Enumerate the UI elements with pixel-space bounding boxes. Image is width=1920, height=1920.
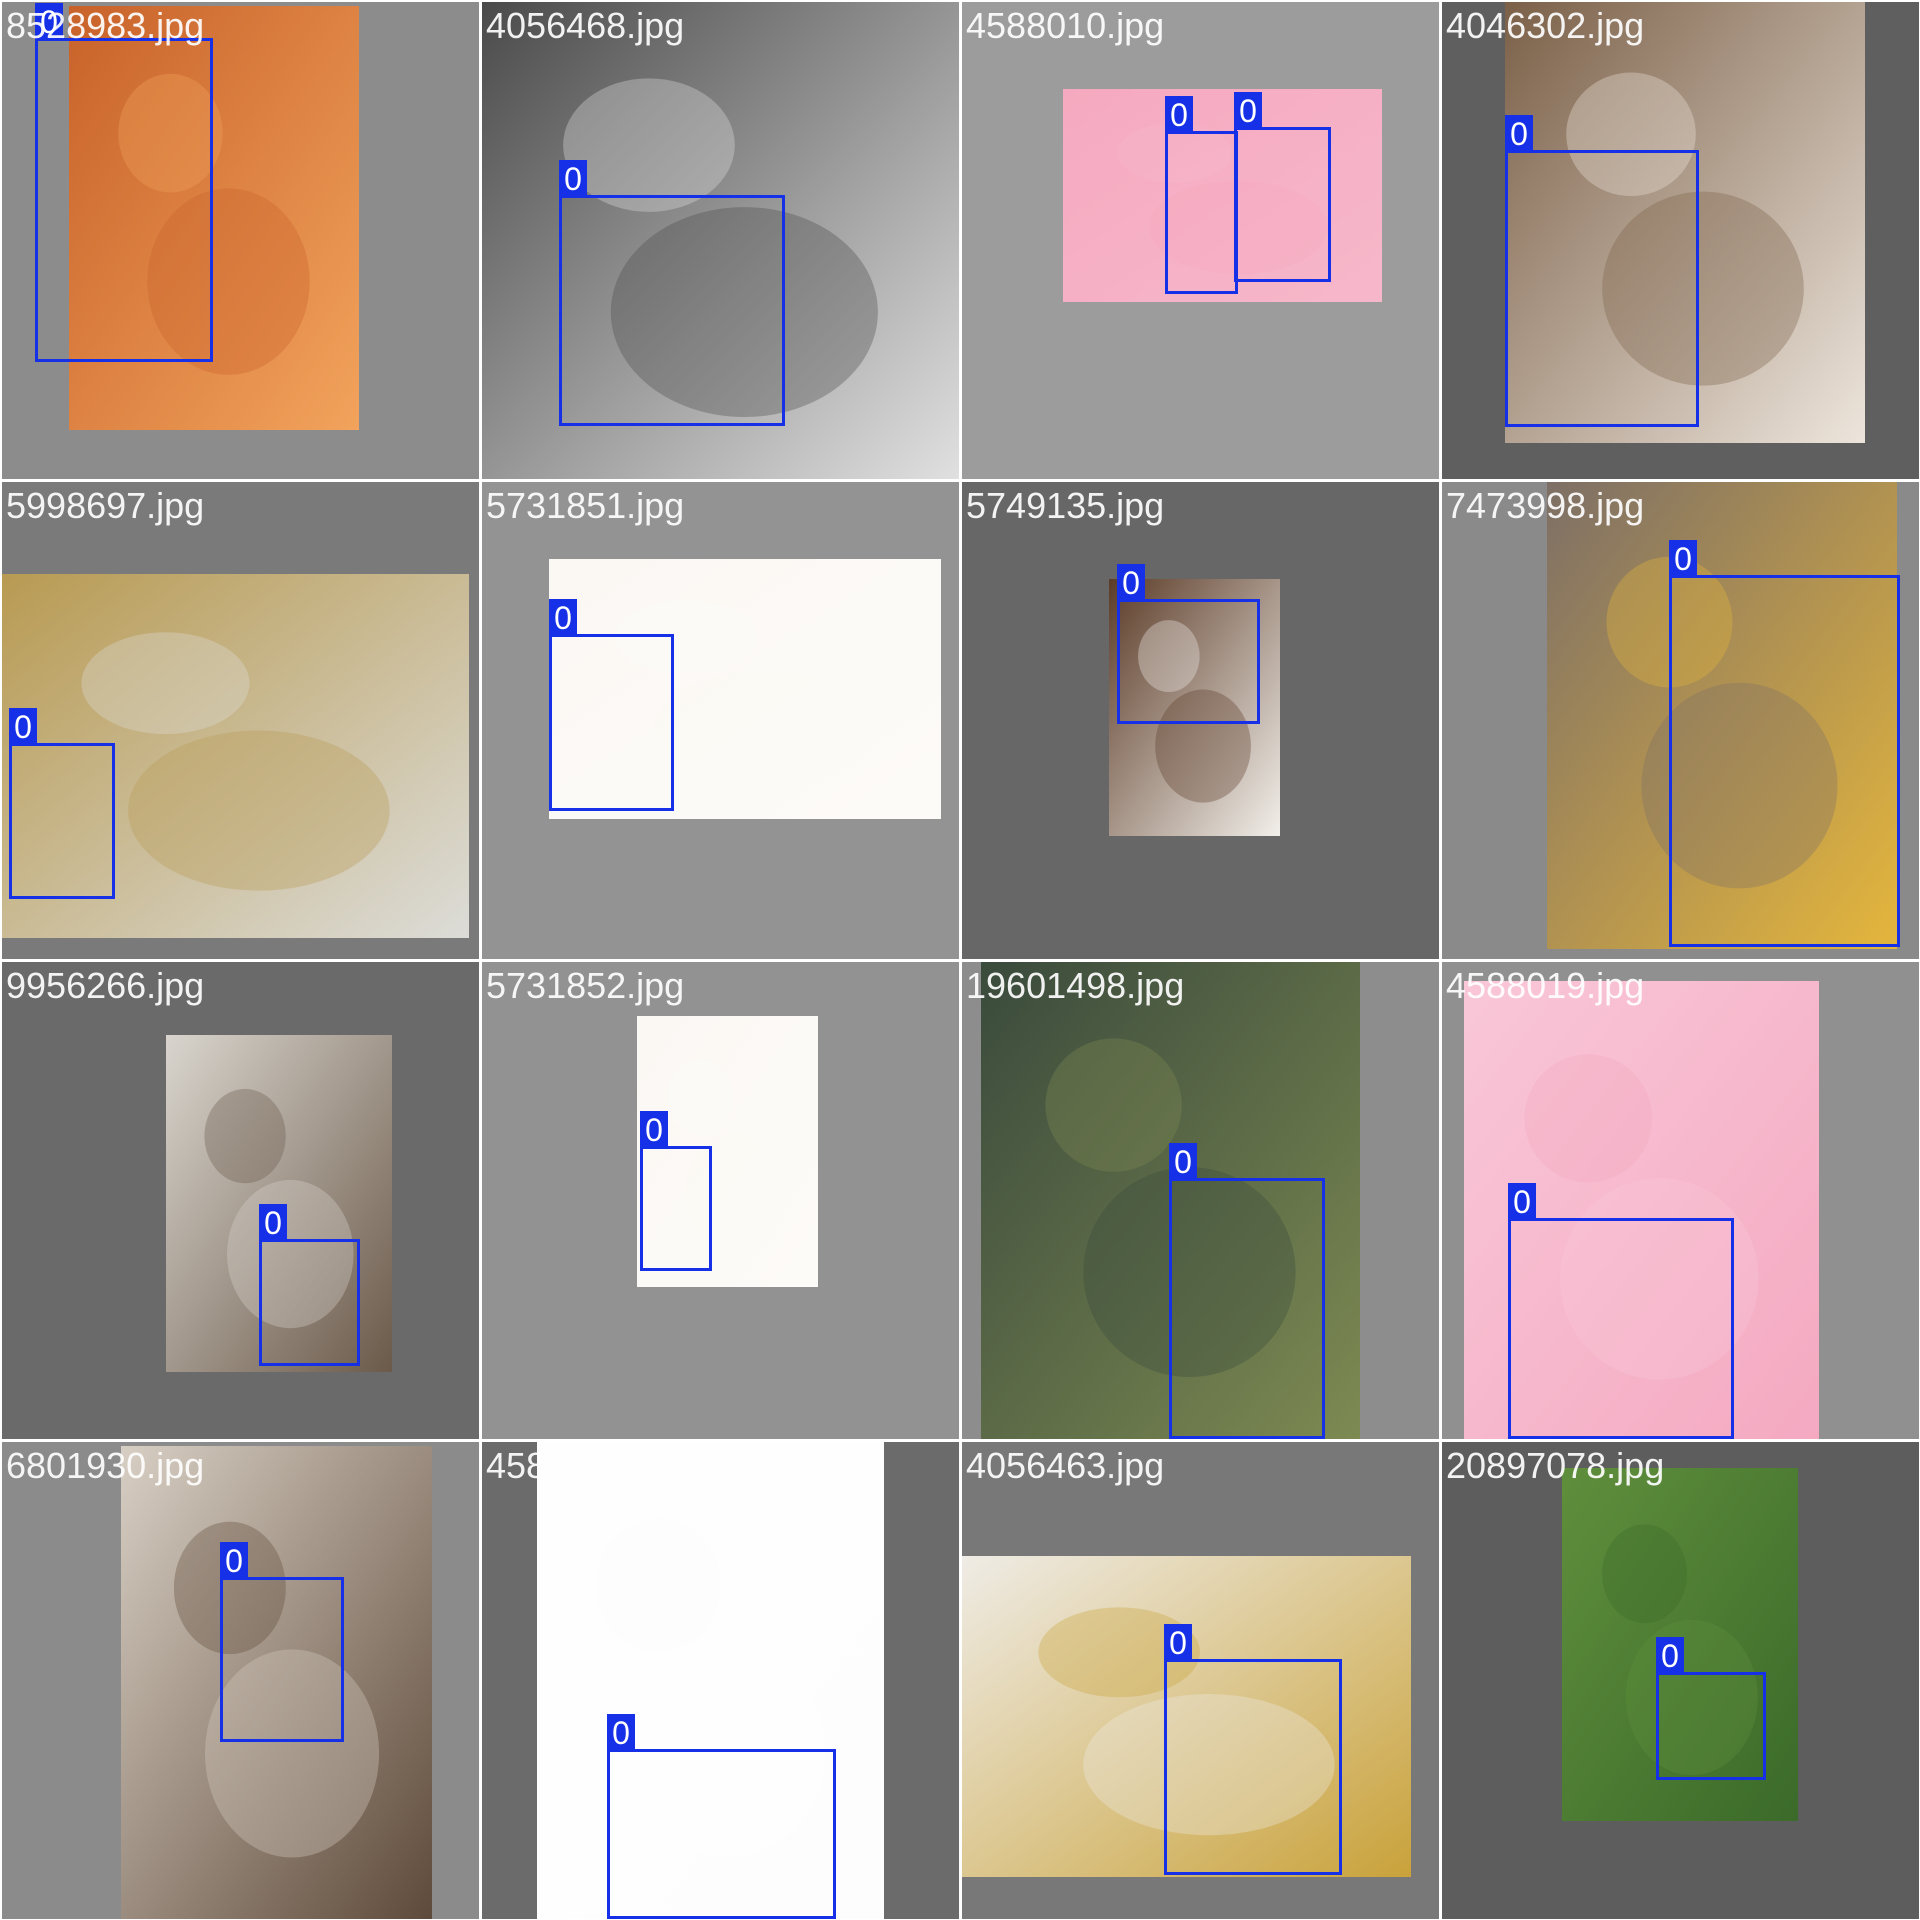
detection-class-label: 0 bbox=[1508, 1183, 1536, 1220]
detection-box: 0 bbox=[1164, 1624, 1342, 1875]
tile-filename: 9956266.jpg bbox=[6, 965, 205, 1006]
mosaic-tile: 0 20897078.jpg bbox=[1442, 1442, 1919, 1919]
detection-class-label: 0 bbox=[220, 1542, 248, 1579]
tile-filename: 4056468.jpg bbox=[486, 5, 685, 46]
mosaic-tile: 0 4588019.jpg bbox=[1442, 962, 1919, 1439]
detection-class-label: 0 bbox=[1234, 92, 1262, 129]
detection-box: 0 bbox=[607, 1714, 836, 1919]
detection-box: 0 bbox=[640, 1111, 712, 1271]
detection-box: 0 bbox=[1508, 1183, 1734, 1439]
mosaic-tile: 0 19601498.jpg bbox=[962, 962, 1439, 1439]
detection-box: 0 bbox=[1656, 1637, 1766, 1780]
mosaic-tile: 0 4056468.jpg bbox=[482, 2, 959, 479]
detection-class-label: 0 bbox=[640, 1111, 668, 1148]
detection-box: 0 bbox=[1234, 92, 1331, 282]
mosaic-tile: 0 5731851.jpg bbox=[482, 482, 959, 959]
detection-box: 0 bbox=[220, 1542, 344, 1742]
tile-filename: 7473998.jpg bbox=[1446, 485, 1645, 526]
detection-class-label: 0 bbox=[1656, 1637, 1684, 1674]
detection-box: 0 bbox=[1169, 1143, 1325, 1439]
mosaic-tile: 0 6801930.jpg bbox=[2, 1442, 479, 1919]
tile-filename: 5731852.jpg bbox=[486, 965, 685, 1006]
detection-box: 0 bbox=[9, 708, 115, 899]
detection-box: 0 bbox=[1669, 540, 1900, 947]
tile-filename: 8528983.jpg bbox=[6, 5, 205, 46]
mosaic-tile: 0 5749135.jpg bbox=[962, 482, 1439, 959]
detection-box: 0 bbox=[1165, 96, 1238, 294]
tile-filename: 5998697.jpg bbox=[6, 485, 205, 526]
detection-box: 0 bbox=[549, 599, 674, 811]
detection-box: 0 bbox=[559, 160, 785, 426]
detection-class-label: 0 bbox=[559, 160, 587, 197]
detection-class-label: 0 bbox=[9, 708, 37, 745]
detection-box: 0 bbox=[35, 3, 213, 362]
tile-filename: 5749135.jpg bbox=[966, 485, 1165, 526]
detection-box: 0 bbox=[1505, 115, 1699, 427]
tile-filename: 20897078.jpg bbox=[1446, 1445, 1665, 1486]
tile-filename: 4046302.jpg bbox=[1446, 5, 1645, 46]
detection-class-label: 0 bbox=[607, 1714, 635, 1751]
detection-class-label: 0 bbox=[1505, 115, 1533, 152]
detection-class-label: 0 bbox=[1164, 1624, 1192, 1661]
detection-class-label: 0 bbox=[1117, 564, 1145, 601]
mosaic-tile: 0 4588052.jpg bbox=[482, 1442, 959, 1919]
tile-filename: 4588052.jpg bbox=[486, 1445, 685, 1486]
mosaic-tile: 0 8528983.jpg bbox=[2, 2, 479, 479]
tile-filename: 6801930.jpg bbox=[6, 1445, 205, 1486]
mosaic-tile: 0 5731852.jpg bbox=[482, 962, 959, 1439]
detection-box: 0 bbox=[1117, 564, 1260, 724]
detection-mosaic: 0 8528983.jpg 0 4056468.jpg 0 0 4588010.jpg 0 40… bbox=[0, 0, 1920, 1920]
mosaic-tile: 0 7473998.jpg bbox=[1442, 482, 1919, 959]
mosaic-tile: 0 5998697.jpg bbox=[2, 482, 479, 959]
detection-class-label: 0 bbox=[1165, 96, 1193, 133]
mosaic-tile: 0 4046302.jpg bbox=[1442, 2, 1919, 479]
mosaic-tile: 0 9956266.jpg bbox=[2, 962, 479, 1439]
tile-filename: 19601498.jpg bbox=[966, 965, 1185, 1006]
detection-box: 0 bbox=[259, 1204, 360, 1366]
mosaic-tile: 0 4056463.jpg bbox=[962, 1442, 1439, 1919]
detection-class-label: 0 bbox=[1169, 1143, 1197, 1180]
detection-class-label: 0 bbox=[259, 1204, 287, 1241]
tile-filename: 4056463.jpg bbox=[966, 1445, 1165, 1486]
tile-filename: 4588019.jpg bbox=[1446, 965, 1645, 1006]
tile-filename: 4588010.jpg bbox=[966, 5, 1165, 46]
detection-class-label: 0 bbox=[1669, 540, 1697, 577]
mosaic-tile: 0 0 4588010.jpg bbox=[962, 2, 1439, 479]
detection-class-label: 0 bbox=[549, 599, 577, 636]
tile-filename: 5731851.jpg bbox=[486, 485, 685, 526]
